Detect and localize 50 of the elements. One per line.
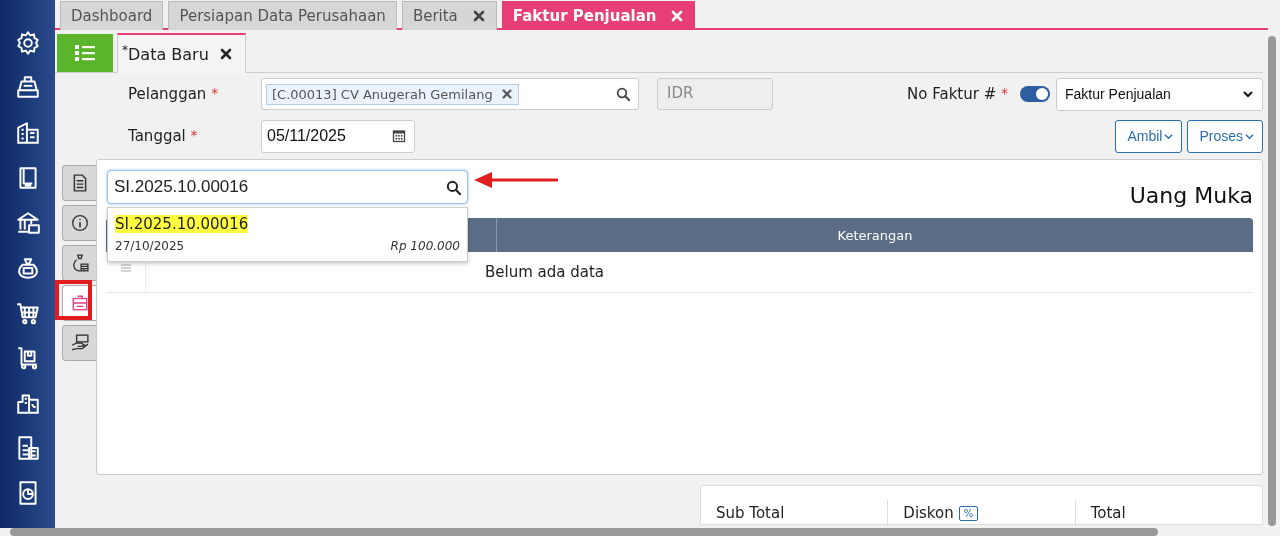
empty-message: Belum ada data [483, 262, 605, 283]
tab[interactable]: Faktur Penjualan [501, 1, 696, 30]
cash-register-icon[interactable] [14, 75, 41, 101]
tab[interactable]: Berita [401, 1, 497, 30]
chevron-down-icon [1242, 88, 1254, 100]
tab[interactable]: Persiapan Data Perusahaan [168, 1, 397, 30]
customer-tag: [C.00013] CV Anugerah Gemilang [266, 83, 519, 105]
vertical-scrollbar[interactable] [1268, 36, 1276, 526]
info-icon [70, 214, 89, 232]
customer-field[interactable]: [C.00013] CV Anugerah Gemilang [261, 78, 639, 110]
remove-icon[interactable] [500, 88, 513, 100]
search-icon[interactable] [616, 87, 630, 101]
bank-icon[interactable] [14, 210, 41, 236]
arrow-icon [474, 172, 560, 188]
suggestion-date: 27/10/2025 [115, 239, 185, 253]
summary-label: Diskon [903, 504, 954, 522]
highlight-frame [55, 280, 92, 320]
search-icon[interactable] [446, 179, 461, 195]
tab[interactable]: Dashboard [60, 1, 164, 30]
summary-label: Total [1089, 503, 1127, 524]
suggestion-amount: Rp 100.000 [390, 239, 460, 253]
number-type-select[interactable]: Faktur Penjualan [1056, 77, 1263, 111]
dropdown-button[interactable]: Proses [1187, 119, 1263, 153]
percent-toggle[interactable]: % [958, 505, 979, 521]
side-tab[interactable] [62, 165, 96, 201]
summary-label: Sub Total [701, 500, 889, 526]
caret-icon [1164, 131, 1174, 141]
drag-handle-icon[interactable] [120, 264, 131, 272]
currency-field: IDR [657, 78, 773, 110]
caret-icon [1245, 131, 1254, 141]
date-field[interactable]: 05/11/2025 [261, 119, 415, 153]
panel-title: Uang Muka [1129, 183, 1253, 208]
list-view-button[interactable] [57, 34, 113, 72]
cart-icon[interactable] [14, 300, 41, 326]
suggestion-code: SI.2025.10.00016 [115, 215, 249, 233]
side-tab[interactable] [62, 245, 96, 281]
toggle-switch[interactable] [1020, 86, 1050, 102]
close-icon[interactable] [471, 9, 486, 23]
side-tab[interactable] [62, 325, 96, 361]
list-icon [74, 43, 96, 63]
building-icon[interactable] [14, 120, 41, 146]
calendar-icon[interactable] [392, 129, 406, 143]
side-tab[interactable] [62, 205, 96, 241]
column-header: Keterangan [836, 226, 914, 245]
close-icon[interactable] [218, 47, 233, 61]
search-field[interactable]: SI.2025.10.00016 [107, 170, 468, 204]
gear-icon[interactable] [14, 30, 41, 56]
document-tab[interactable]: $^{*}$Data Baru [117, 33, 246, 73]
hand-cash-icon [70, 334, 89, 352]
dropdown-button[interactable]: Ambil [1115, 119, 1183, 153]
